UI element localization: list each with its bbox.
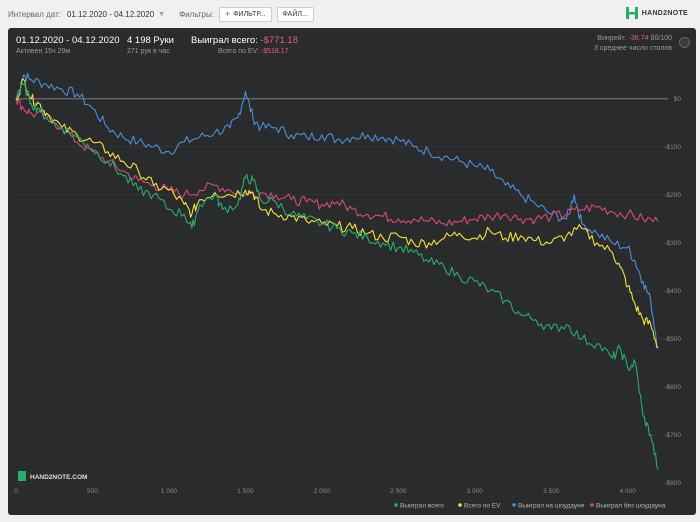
y-tick-label: -$400	[664, 288, 681, 295]
x-tick-label: 2 500	[390, 488, 407, 495]
filters-label: Фильтры:	[179, 9, 214, 19]
x-tick-label: 2 000	[314, 488, 331, 495]
file-button-label: ФАЙЛ...	[282, 10, 308, 18]
graph-chart: $0 -$100 -$200 -$300 -$400 -$500 -$600 -$700 -$8…	[14, 72, 681, 510]
x-tick-label: 4 000	[620, 488, 637, 495]
legend-item: Всего по EV	[464, 503, 501, 510]
date-range-picker[interactable]: 01.12.2020 - 04.12.2020	[67, 10, 154, 19]
watermark-icon	[18, 471, 26, 481]
toolbar: Интервал дат: 01.12.2020 - 04.12.2020 ▼ …	[0, 0, 700, 28]
y-tick-label: -$800	[664, 480, 681, 487]
y-tick-label: -$200	[664, 192, 681, 199]
filter-button-label: ФИЛЬТР...	[233, 10, 266, 18]
legend-item: Выиграл всего	[400, 503, 444, 510]
legend-item: Выиграл на шоудауне	[518, 503, 585, 510]
file-button[interactable]: ФАЙЛ...	[276, 6, 314, 22]
hand2note-logo: HAND2NOTE	[625, 7, 688, 19]
logo-text: HAND2NOTE	[641, 9, 688, 17]
series-line-total	[15, 82, 659, 470]
y-tick-label: -$300	[664, 240, 681, 247]
x-tick-label: 3 000	[467, 488, 484, 495]
y-tick-label: -$100	[664, 144, 681, 151]
plus-icon: +	[224, 9, 231, 19]
y-tick-label: -$700	[664, 432, 681, 439]
x-tick-label: 0	[14, 488, 18, 495]
watermark-text: HAND2NOTE.COM	[30, 474, 87, 481]
legend-marker	[590, 503, 594, 507]
chart-grid	[16, 98, 668, 484]
x-tick-label: 3 500	[543, 488, 560, 495]
series-line-ev	[15, 78, 659, 349]
x-tick-label: 1 000	[161, 488, 178, 495]
hand2note-logo-icon	[625, 7, 638, 19]
series-lines	[15, 72, 659, 470]
filter-button[interactable]: + ФИЛЬТР...	[218, 6, 272, 22]
series-line-showdown	[15, 72, 659, 349]
y-tick-label: $0	[674, 96, 682, 103]
legend-marker	[394, 503, 398, 507]
y-tick-label: -$600	[664, 384, 681, 391]
chevron-down-icon[interactable]: ▼	[158, 11, 165, 18]
legend-marker	[512, 503, 516, 507]
y-tick-label: -$500	[664, 336, 681, 343]
graph-panel: 01.12.2020 - 04.12.2020 Активен 15ч 29м …	[8, 28, 696, 515]
x-tick-label: 1 500	[237, 488, 254, 495]
y-axis-ticks: $0 -$100 -$200 -$300 -$400 -$500 -$600 -$700 -$8…	[664, 96, 681, 487]
legend-marker	[458, 503, 462, 507]
watermark: HAND2NOTE.COM	[18, 471, 87, 481]
chart-legend: Выиграл всего Всего по EV Выиграл на шоуда…	[394, 502, 666, 510]
x-tick-label: 500	[87, 488, 98, 495]
x-axis-ticks: 0 500 1 000 1 500 2 000 2 500 3 000 3 500 4 000	[14, 488, 636, 495]
legend-item: Выиграл без шоудауна	[596, 502, 666, 510]
interval-label: Интервал дат:	[8, 9, 61, 19]
